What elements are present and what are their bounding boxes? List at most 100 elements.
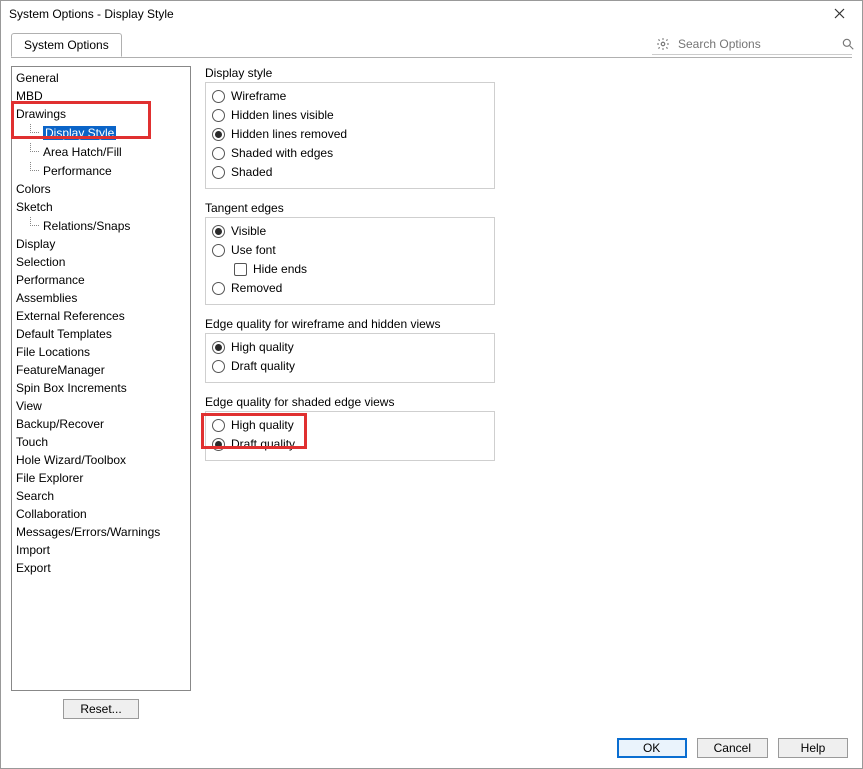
tree-item[interactable]: Performance — [12, 271, 190, 289]
radio-option[interactable]: Hidden lines removed — [212, 125, 488, 144]
group-title: Edge quality for wireframe and hidden vi… — [205, 317, 852, 331]
tree-item-label: Performance — [43, 164, 112, 178]
radio-icon — [212, 438, 225, 451]
tree-item[interactable]: Relations/Snaps — [12, 216, 190, 235]
tree-item-label: Export — [16, 561, 51, 575]
tab-label: System Options — [24, 38, 109, 52]
close-icon — [834, 8, 845, 19]
category-tree[interactable]: General MBD Drawings Display Style Area Hatc… — [11, 66, 191, 691]
search-input[interactable] — [676, 36, 835, 52]
ok-label: OK — [643, 741, 660, 755]
tree-item[interactable]: Assemblies — [12, 289, 190, 307]
tree-item-label: File Explorer — [16, 471, 83, 485]
radio-option[interactable]: Draft quality — [212, 357, 488, 376]
tree-item-label: Selection — [16, 255, 65, 269]
group-tangent-edges: Tangent edges VisibleUse fontHide endsRe… — [205, 201, 852, 305]
option-label: Hide ends — [253, 261, 307, 278]
option-label: High quality — [231, 339, 294, 356]
tree-item[interactable]: MBD — [12, 87, 190, 105]
group-box: High quality Draft quality — [205, 333, 495, 383]
reset-button[interactable]: Reset... — [63, 699, 138, 719]
tree-item[interactable]: Hole Wizard/Toolbox — [12, 451, 190, 469]
radio-option[interactable]: Shaded — [212, 163, 488, 182]
tree-item[interactable]: Backup/Recover — [12, 415, 190, 433]
radio-icon — [212, 282, 225, 295]
tree-item-label: Default Templates — [16, 327, 112, 341]
tree-item[interactable]: Touch — [12, 433, 190, 451]
tree-item[interactable]: FeatureManager — [12, 361, 190, 379]
radio-option[interactable]: Use font — [212, 241, 488, 260]
tree-item[interactable]: View — [12, 397, 190, 415]
cancel-button[interactable]: Cancel — [697, 738, 768, 758]
tree-item[interactable]: Search — [12, 487, 190, 505]
tree-item-label: Drawings — [16, 107, 66, 121]
group-box: WireframeHidden lines visibleHidden line… — [205, 82, 495, 189]
title-bar: System Options - Display Style — [1, 1, 862, 27]
content-area: General MBD Drawings Display Style Area Hatc… — [11, 57, 852, 727]
tree-item-label: Display Style — [43, 126, 116, 140]
tree-item-label: File Locations — [16, 345, 90, 359]
radio-option[interactable]: Visible — [212, 222, 488, 241]
tree-item[interactable]: File Locations — [12, 343, 190, 361]
search-box[interactable] — [652, 33, 852, 55]
tree-item-label: Relations/Snaps — [43, 219, 130, 233]
help-button[interactable]: Help — [778, 738, 848, 758]
tree-item[interactable]: Area Hatch/Fill — [12, 142, 190, 161]
tree-item[interactable]: Export — [12, 559, 190, 577]
tree-item[interactable]: Spin Box Increments — [12, 379, 190, 397]
tree-item-label: Area Hatch/Fill — [43, 145, 122, 159]
tree-item-label: Collaboration — [16, 507, 87, 521]
radio-icon — [212, 244, 225, 257]
tree-item[interactable]: Performance — [12, 161, 190, 180]
tree-item-label: Backup/Recover — [16, 417, 104, 431]
radio-option[interactable]: Wireframe — [212, 87, 488, 106]
tree-item[interactable]: Display — [12, 235, 190, 253]
option-label: Draft quality — [231, 436, 295, 453]
radio-option[interactable]: High quality — [212, 338, 488, 357]
tree-item[interactable]: General — [12, 69, 190, 87]
tree-item-label: MBD — [16, 89, 43, 103]
tree-item[interactable]: Messages/Errors/Warnings — [12, 523, 190, 541]
tree-item[interactable]: Display Style — [12, 123, 190, 142]
option-label: Use font — [231, 242, 276, 259]
radio-option[interactable]: Hidden lines visible — [212, 106, 488, 125]
tree-item[interactable]: External References — [12, 307, 190, 325]
group-title: Display style — [205, 66, 852, 80]
tree-item[interactable]: File Explorer — [12, 469, 190, 487]
radio-option[interactable]: Draft quality — [212, 435, 488, 454]
tree-item[interactable]: Colors — [12, 180, 190, 198]
top-row: System Options — [1, 27, 862, 57]
dialog-window: System Options - Display Style System Op… — [0, 0, 863, 769]
tree-item[interactable]: Selection — [12, 253, 190, 271]
tree-item-label: View — [16, 399, 42, 413]
checkbox-option[interactable]: Hide ends — [212, 260, 488, 279]
group-title: Edge quality for shaded edge views — [205, 395, 852, 409]
radio-option[interactable]: Shaded with edges — [212, 144, 488, 163]
tree-item-label: Import — [16, 543, 50, 557]
tree-item-label: FeatureManager — [16, 363, 105, 377]
radio-option[interactable]: High quality — [212, 416, 488, 435]
tree-item-label: General — [16, 71, 59, 85]
tree-item[interactable]: Sketch — [12, 198, 190, 216]
tree-item[interactable]: Drawings — [12, 105, 190, 123]
dialog-footer: OK Cancel Help — [1, 727, 862, 768]
search-icon — [841, 37, 855, 51]
radio-icon — [212, 166, 225, 179]
option-label: High quality — [231, 417, 294, 434]
ok-button[interactable]: OK — [617, 738, 687, 758]
tree-item[interactable]: Collaboration — [12, 505, 190, 523]
tree-item[interactable]: Default Templates — [12, 325, 190, 343]
window-title: System Options - Display Style — [9, 7, 824, 21]
cancel-label: Cancel — [714, 741, 751, 755]
tree-item[interactable]: Import — [12, 541, 190, 559]
close-button[interactable] — [824, 6, 854, 22]
radio-icon — [212, 109, 225, 122]
radio-option[interactable]: Removed — [212, 279, 488, 298]
option-label: Shaded with edges — [231, 145, 333, 162]
option-label: Draft quality — [231, 358, 295, 375]
tree-item-label: Display — [16, 237, 55, 251]
tab-system-options[interactable]: System Options — [11, 33, 122, 57]
group-wireframe-quality: Edge quality for wireframe and hidden vi… — [205, 317, 852, 383]
tree-item-label: Performance — [16, 273, 85, 287]
option-label: Wireframe — [231, 88, 286, 105]
